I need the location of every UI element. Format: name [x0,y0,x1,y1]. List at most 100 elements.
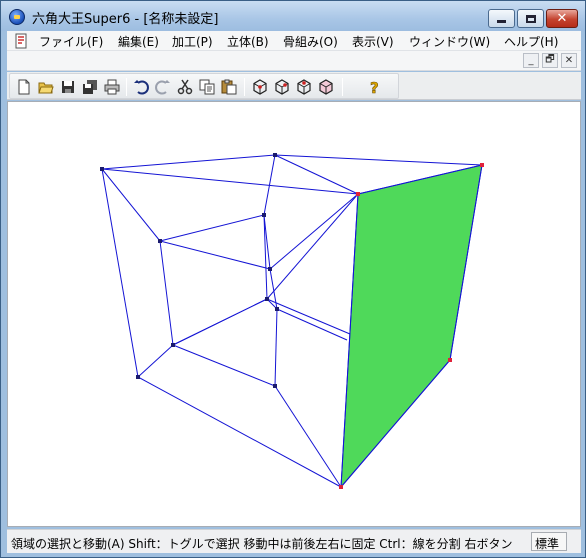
help-icon: ? [370,79,379,95]
toolbar-separator [126,78,127,96]
save-all-icon [83,80,97,94]
vertex[interactable] [262,213,266,217]
toolbar-separator [342,78,343,96]
vertex[interactable] [171,343,175,347]
paste-icon [221,79,237,95]
status-mode-pane: 標準 [531,532,567,551]
wire-edge[interactable] [274,154,359,195]
vertex[interactable] [158,239,162,243]
maximize-icon [525,14,536,23]
menu-help[interactable]: ヘルプ(H) [504,33,558,50]
close-button[interactable]: ✕ [546,9,578,28]
toolbar: ? [7,72,581,100]
wire-edge[interactable] [274,154,483,166]
wire-edge[interactable] [159,240,174,346]
new-button[interactable] [14,77,34,97]
wire-edge[interactable] [274,385,342,488]
document-menu-icon[interactable] [13,33,29,49]
wire-edge[interactable] [159,240,271,270]
undo-button[interactable] [131,77,151,97]
view-perspective-icon [319,79,333,95]
wire-edge[interactable] [101,168,139,378]
wire-edge[interactable] [276,308,348,341]
wire-edge[interactable] [101,168,161,242]
undo-icon [134,80,149,95]
view-side-button[interactable] [272,77,292,97]
vertex[interactable] [268,267,272,271]
minimize-button[interactable] [488,9,515,28]
cut-button[interactable] [175,77,195,97]
print-button[interactable] [102,77,122,97]
view-front-icon [253,79,267,95]
wire-edge[interactable] [172,298,268,346]
status-message: 領域の選択と移動(A) Shift：トグルで選択 移動中は前後左右に固定 Ctr… [11,537,513,551]
new-document-icon [18,79,30,95]
selected-vertex[interactable] [480,163,484,167]
menu-view[interactable]: 表示(V) [352,33,394,50]
mdi-close-icon: ✕ [564,55,574,66]
window-title: 六角大王Super6 - [名称未設定] [32,12,219,27]
wire-edge[interactable] [159,214,265,242]
menu-solid[interactable]: 立体(B) [227,33,269,50]
wireframe-model[interactable] [8,102,580,526]
view-perspective-button[interactable] [316,77,336,97]
save-button[interactable] [58,77,78,97]
cut-icon [177,79,193,95]
svg-text:?: ? [370,79,379,95]
wire-edge[interactable] [137,376,342,488]
vertex[interactable] [273,384,277,388]
menu-process[interactable]: 加工(P) [172,33,213,50]
wire-edge[interactable] [137,344,174,378]
status-bar: 領域の選択と移動(A) Shift：トグルで選択 移動中は前後左右に固定 Ctr… [7,529,581,553]
view-front-button[interactable] [250,77,270,97]
redo-icon [155,80,170,95]
maximize-button[interactable] [517,9,544,28]
menu-file[interactable]: ファイル(F) [39,33,103,50]
vertex[interactable] [275,307,279,311]
vertex[interactable] [100,167,104,171]
open-button[interactable] [36,77,56,97]
wire-edge[interactable] [266,193,359,300]
menu-edit[interactable]: 編集(E) [118,33,159,50]
wire-edge[interactable] [269,193,359,270]
menu-bar: ファイル(F) 編集(E) 加工(P) 立体(B) 骨組み(O) 表示(V) ウ… [7,31,581,51]
copy-icon [199,79,215,95]
minimize-icon [497,20,506,23]
paste-button[interactable] [219,77,239,97]
application-window: 六角大王Super6 - [名称未設定] ✕ ファイル(F) 編集(E) 加工(… [0,0,586,558]
selected-vertex[interactable] [356,192,360,196]
close-icon: ✕ [556,11,568,26]
mdi-close-button[interactable]: ✕ [561,53,577,68]
copy-button[interactable] [197,77,217,97]
vertex[interactable] [265,297,269,301]
wire-edge[interactable] [101,154,276,170]
selected-face[interactable] [340,164,483,489]
model-viewport[interactable] [7,101,581,527]
print-icon [104,79,120,95]
wire-edge[interactable] [172,344,276,387]
app-icon[interactable] [9,9,25,25]
mdi-minimize-icon: _ [528,55,534,66]
title-bar[interactable]: 六角大王Super6 - [名称未設定] ✕ [1,1,585,31]
selected-vertex[interactable] [448,358,452,362]
selected-vertex[interactable] [339,485,343,489]
wire-edge[interactable] [274,308,278,387]
vertex[interactable] [136,375,140,379]
mdi-restore-button[interactable]: 🗗 [542,53,558,68]
mdi-restore-icon: 🗗 [545,54,555,65]
view-top-button[interactable] [294,77,314,97]
mdi-control-bar: _ 🗗 ✕ [7,51,581,71]
help-button[interactable]: ? [364,77,384,97]
menu-window[interactable]: ウィンドウ(W) [409,33,490,50]
save-all-button[interactable] [80,77,100,97]
save-icon [62,81,74,93]
view-top-icon [297,79,311,95]
mdi-minimize-button[interactable]: _ [523,53,539,68]
wire-edge[interactable] [266,298,351,335]
menu-skeleton[interactable]: 骨組み(O) [283,33,338,50]
toolbar-group: ? [9,73,399,99]
redo-button[interactable] [153,77,173,97]
vertex[interactable] [273,153,277,157]
wire-edge[interactable] [101,168,359,195]
open-folder-icon [38,82,54,94]
